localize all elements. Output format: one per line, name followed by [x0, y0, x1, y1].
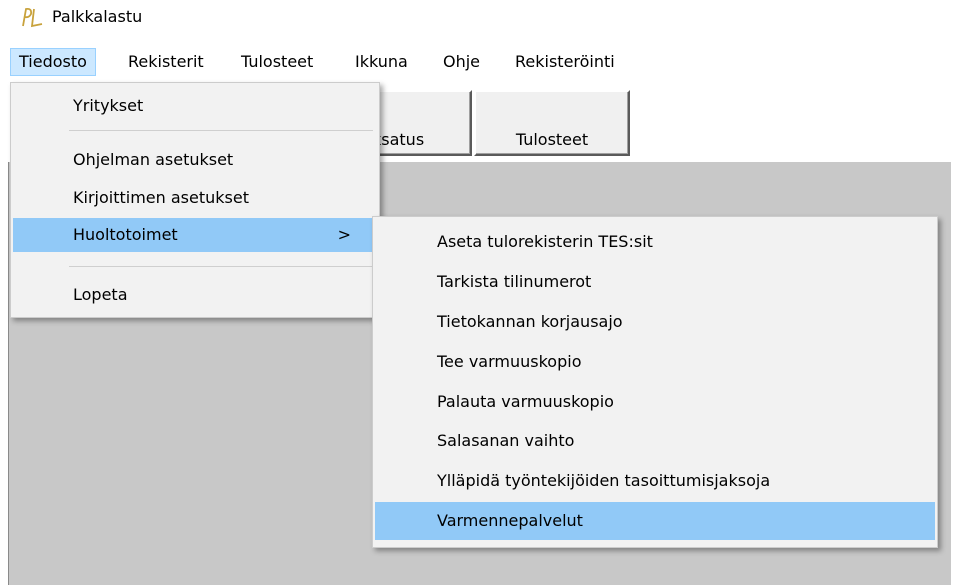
toolbar-button-label: ksatus	[372, 130, 425, 149]
file-menu-dropdown: Yritykset Ohjelman asetukset Kirjoittime…	[10, 82, 380, 318]
menu-item-lopeta[interactable]: Lopeta	[13, 278, 377, 312]
menu-rekisterit[interactable]: Rekisterit	[119, 48, 213, 76]
menu-bar: Tiedosto Rekisterit Tulosteet Ikkuna Ohj…	[0, 44, 958, 80]
chevron-right-icon: >	[337, 225, 351, 244]
menu-item-label: Huoltotoimet	[73, 225, 178, 244]
submenu-item-tietokannan-korjausajo[interactable]: Tietokannan korjausajo	[375, 303, 935, 341]
submenu-item-aseta-tes[interactable]: Aseta tulorekisterin TES:sit	[375, 223, 935, 261]
menu-rekisterointi[interactable]: Rekisteröinti	[506, 48, 624, 76]
menu-separator	[69, 130, 373, 131]
menu-ikkuna[interactable]: Ikkuna	[346, 48, 417, 76]
submenu-item-yllapida-tasoittumisjaksoja[interactable]: Ylläpidä työntekijöiden tasoittumisjakso…	[375, 462, 935, 500]
huoltotoimet-submenu: Aseta tulorekisterin TES:sit Tarkista ti…	[372, 216, 938, 548]
menu-tiedosto[interactable]: Tiedosto	[10, 48, 96, 76]
menu-item-yritykset[interactable]: Yritykset	[13, 89, 377, 123]
submenu-item-tee-varmuuskopio[interactable]: Tee varmuuskopio	[375, 343, 935, 381]
submenu-item-salasanan-vaihto[interactable]: Salasanan vaihto	[375, 422, 935, 460]
menu-tulosteet[interactable]: Tulosteet	[232, 48, 322, 76]
submenu-item-varmennepalvelut[interactable]: Varmennepalvelut	[375, 502, 935, 540]
title-bar: Palkkalastu	[0, 0, 958, 42]
menu-item-ohjelman-asetukset[interactable]: Ohjelman asetukset	[13, 143, 377, 177]
window-title: Palkkalastu	[52, 7, 143, 26]
menu-separator	[69, 266, 373, 267]
submenu-item-tarkista-tilinumerot[interactable]: Tarkista tilinumerot	[375, 263, 935, 301]
toolbar-button-tulosteet[interactable]: Tulosteet	[474, 90, 630, 156]
toolbar-button-label: Tulosteet	[515, 130, 589, 149]
menu-item-kirjoittimen-asetukset[interactable]: Kirjoittimen asetukset	[13, 181, 377, 215]
menu-item-huoltotoimet[interactable]: Huoltotoimet >	[13, 218, 377, 252]
menu-ohje[interactable]: Ohje	[434, 48, 489, 76]
submenu-item-palauta-varmuuskopio[interactable]: Palauta varmuuskopio	[375, 383, 935, 421]
pl-logo-icon	[22, 7, 43, 28]
